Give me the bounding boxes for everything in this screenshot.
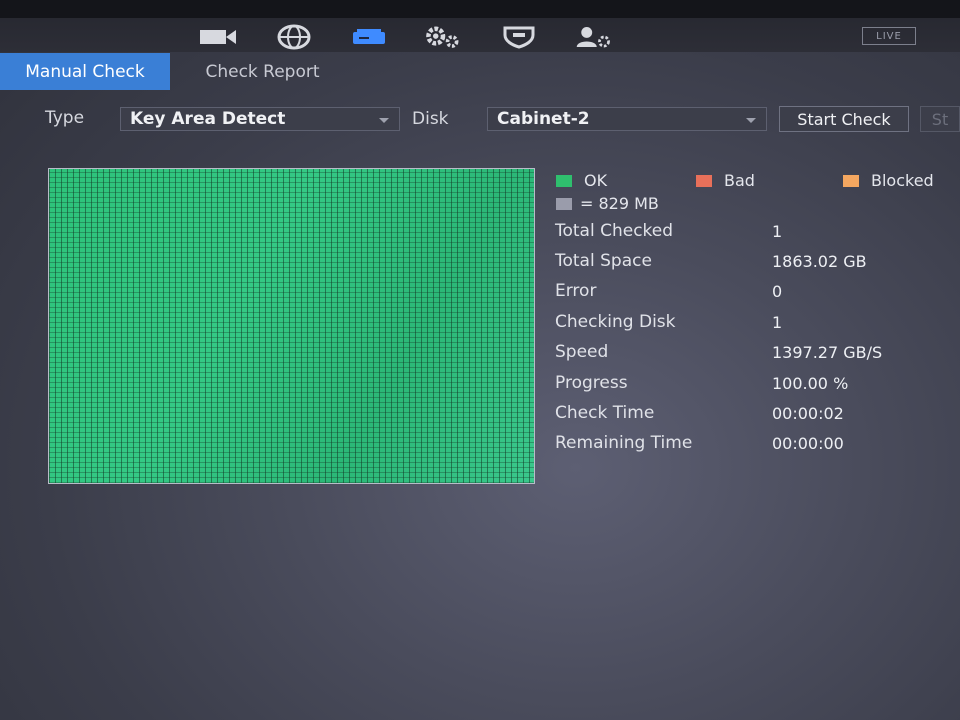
stat-label-remaining-time: Remaining Time [555, 433, 693, 453]
ok-swatch [556, 174, 572, 187]
tab-check-report[interactable]: Check Report [180, 53, 345, 90]
unit-swatch [556, 197, 572, 210]
chevron-down-icon [379, 118, 389, 123]
legend-blocked-label: Blocked [871, 171, 934, 190]
stat-label-checking-disk: Checking Disk [555, 312, 676, 332]
bad-swatch [696, 174, 712, 187]
disk-block-map [48, 168, 535, 484]
type-label: Type [45, 108, 85, 128]
legend-block-size-label: = 829 MB [580, 194, 659, 213]
stat-value-speed: 1397.27 GB/S [772, 343, 883, 362]
stat-value-total-space: 1863.02 GB [772, 252, 867, 271]
stat-value-check-time: 00:00:02 [772, 404, 844, 423]
tab-manual-check[interactable]: Manual Check [0, 53, 170, 90]
camera-icon[interactable] [198, 24, 238, 50]
legend-ok: OK [556, 171, 607, 190]
stop-check-button[interactable]: St [920, 106, 960, 132]
type-select[interactable]: Key Area Detect [120, 107, 400, 131]
live-view-button[interactable]: LIVE [862, 27, 916, 45]
disk-select-value: Cabinet-2 [497, 109, 590, 129]
legend-ok-label: OK [584, 171, 608, 190]
legend-blocked: Blocked [843, 171, 934, 190]
disk-select[interactable]: Cabinet-2 [487, 107, 767, 131]
stat-label-error: Error [555, 281, 597, 301]
stat-value-progress: 100.00 % [772, 374, 849, 393]
legend-bad-label: Bad [724, 171, 755, 190]
stat-label-total-space: Total Space [555, 251, 652, 271]
chevron-down-icon [746, 118, 756, 123]
top-navigation-bar: LIVE [0, 0, 960, 52]
legend-block-size: = 829 MB [556, 194, 659, 213]
stat-value-checking-disk: 1 [772, 313, 783, 332]
legend-bad: Bad [696, 171, 755, 190]
start-check-button[interactable]: Start Check [779, 106, 909, 132]
system-gears-icon[interactable] [423, 24, 463, 50]
network-globe-icon[interactable] [274, 24, 314, 50]
stat-label-total-checked: Total Checked [555, 221, 674, 241]
disk-label: Disk [412, 109, 449, 129]
blocked-swatch [843, 174, 859, 187]
stat-label-progress: Progress [555, 373, 628, 393]
stat-value-error: 0 [772, 282, 783, 301]
account-user-icon[interactable] [574, 24, 614, 50]
stat-label-check-time: Check Time [555, 403, 655, 423]
stat-value-total-checked: 1 [772, 222, 783, 241]
stat-label-speed: Speed [555, 342, 609, 362]
stat-value-remaining-time: 00:00:00 [772, 434, 844, 453]
type-select-value: Key Area Detect [130, 109, 286, 129]
security-shield-icon[interactable] [499, 24, 539, 50]
storage-disk-icon[interactable] [349, 24, 389, 50]
